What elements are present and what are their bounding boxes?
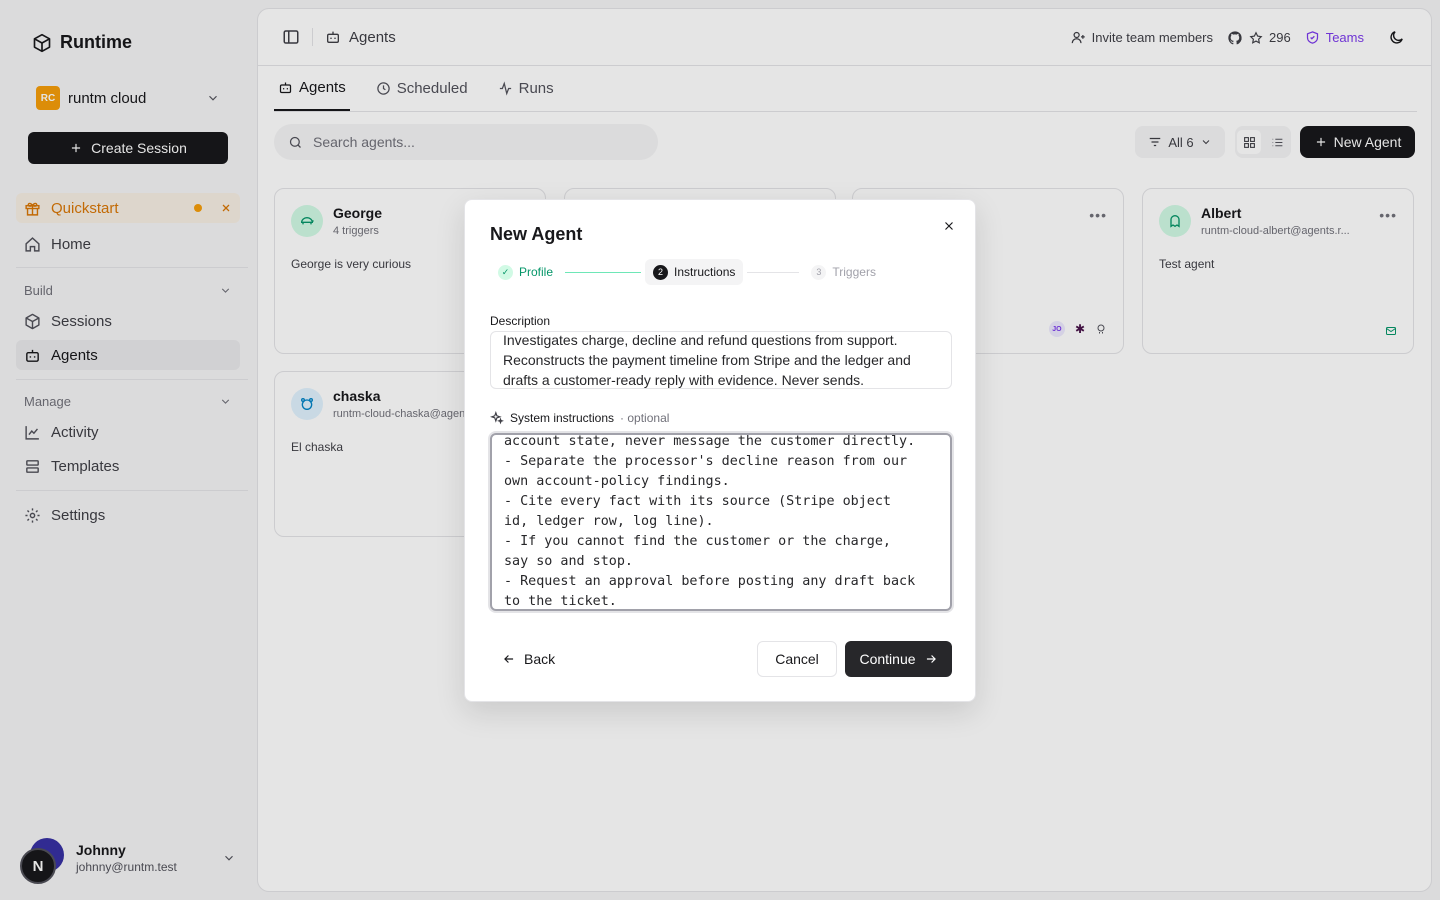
cancel-label: Cancel: [775, 651, 819, 667]
text-line: own account-policy findings.: [504, 474, 730, 489]
system-instructions-text: account state, never message the custome…: [504, 434, 938, 609]
text-line: - Request an approval before posting any…: [504, 574, 916, 589]
description-text: Investigates charge, decline and refund …: [503, 332, 911, 388]
sparkles-icon: [490, 411, 504, 425]
text-line: - If you cannot find the customer or the…: [504, 534, 891, 549]
arrow-right-icon: [926, 655, 936, 663]
arrow-left-icon: [504, 655, 514, 663]
step-instructions[interactable]: 2 Instructions: [645, 259, 744, 285]
text-line: - Separate the processor's decline reaso…: [504, 454, 908, 469]
new-agent-dialog: New Agent ✓ Profile 2 Instructions 3 Tri…: [464, 199, 976, 702]
step-label: Instructions: [674, 265, 736, 279]
back-label: Back: [524, 651, 556, 667]
stepper: ✓ Profile 2 Instructions 3 Triggers: [490, 259, 884, 285]
description-label: Description: [490, 314, 551, 328]
step-profile[interactable]: ✓ Profile: [490, 259, 561, 285]
step-number: 2: [653, 264, 669, 280]
step-label: Triggers: [832, 265, 876, 279]
system-instructions-label: System instructions · optional: [490, 411, 669, 425]
close-button[interactable]: [939, 216, 959, 236]
step-label: Profile: [519, 265, 554, 279]
close-icon: [945, 222, 953, 230]
system-instructions-textarea[interactable]: account state, never message the custome…: [490, 433, 952, 611]
description-field[interactable]: Investigates charge, decline and refund …: [490, 331, 952, 389]
step-connector: [565, 271, 642, 273]
step-connector: [747, 271, 800, 273]
text-line: to the ticket.: [504, 594, 617, 609]
continue-label: Continue: [859, 651, 916, 667]
back-button[interactable]: Back: [490, 641, 567, 677]
cancel-button[interactable]: Cancel: [757, 641, 837, 677]
step-number: 3: [811, 264, 827, 280]
step-number: ✓: [498, 264, 513, 280]
step-triggers[interactable]: 3 Triggers: [803, 259, 884, 285]
text-line: - Cite every fact with its source (Strip…: [504, 494, 891, 509]
text-line: say so and stop.: [504, 554, 633, 569]
system-label-text: System instructions: [510, 411, 615, 425]
dialog-title: New Agent: [490, 224, 583, 244]
optional-hint: · optional: [620, 411, 670, 425]
text-line: id, ledger row, log line).: [504, 514, 714, 529]
continue-button[interactable]: Continue: [845, 641, 952, 677]
text-line: account state, never message the custome…: [504, 434, 916, 449]
